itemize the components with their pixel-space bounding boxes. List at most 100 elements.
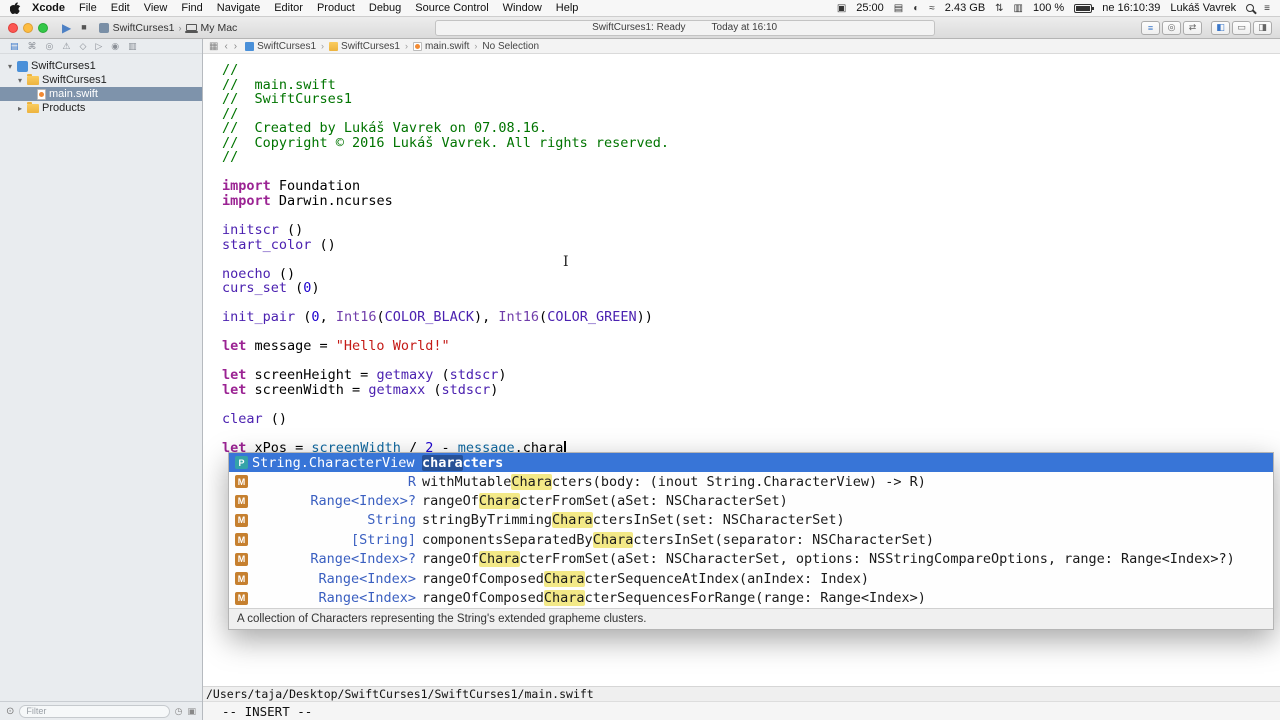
completion-row-4[interactable]: M Range<Index>? rangeOfCharacterFromSet(aS… — [229, 550, 1273, 569]
menu-item-source-control[interactable]: Source Control — [408, 2, 495, 14]
method-icon: M — [235, 572, 248, 586]
breakpoint-navigator-icon[interactable]: ◉ — [111, 41, 119, 52]
sidebar-item-main-swift[interactable]: main.swift — [0, 87, 202, 101]
filter-input[interactable] — [19, 704, 170, 718]
report-navigator-icon[interactable]: ▥ — [128, 41, 137, 52]
code-line: let screenHeight = getmaxy (stdscr) — [222, 368, 1280, 383]
apple-menu[interactable] — [10, 1, 21, 15]
battery-icon[interactable] — [1074, 3, 1095, 13]
completion-row-0[interactable]: M RwithMutableCharacters(body: (inout Str… — [229, 472, 1273, 491]
debug-area-toggle-button[interactable]: ▭ — [1232, 20, 1251, 35]
assistant-editor-button[interactable]: ◎ — [1162, 20, 1181, 35]
back-button[interactable]: ‹ — [224, 41, 227, 52]
breadcrumb-swiftcurses1[interactable]: SwiftCurses1 — [245, 41, 316, 52]
standard-editor-button[interactable]: ≡ — [1141, 20, 1160, 35]
status-timer[interactable]: 25:00 — [856, 2, 884, 14]
forward-button[interactable]: › — [234, 41, 237, 52]
completion-return-type: [String] — [350, 531, 416, 548]
display-icon[interactable]: ▤ — [894, 3, 903, 14]
airplay-icon[interactable]: ≈ — [929, 3, 935, 14]
breadcrumb-swiftcurses1[interactable]: SwiftCurses1 — [329, 41, 400, 52]
menu-item-view[interactable]: View — [137, 2, 175, 14]
keyboard-icon[interactable]: ▥ — [1014, 3, 1023, 14]
project-navigator-icon[interactable]: ▤ — [10, 41, 19, 52]
menu-item-help[interactable]: Help — [549, 2, 586, 14]
minimize-window-button[interactable] — [23, 22, 33, 33]
menu-item-debug[interactable]: Debug — [362, 2, 408, 14]
editor-buttons-group: ≡ ◎ ⇄ — [1141, 20, 1202, 35]
completion-name: stringByTrimmingCharactersInSet(set: NSC… — [422, 512, 845, 529]
autocomplete-description: A collection of Characters representing … — [229, 607, 1273, 629]
code-line: let message = "Hello World!" — [222, 339, 1280, 354]
search-navigator-icon[interactable]: ◎ — [46, 41, 54, 52]
recent-files-icon[interactable]: ◷ — [175, 706, 183, 717]
debug-navigator-icon[interactable]: ▷ — [95, 41, 102, 52]
menu-item-editor[interactable]: Editor — [267, 2, 310, 14]
name-suffix: cterFromSet(aSet: NSCharacterSet, option… — [519, 551, 1235, 568]
code-token: stdscr — [441, 382, 491, 399]
filter-bar: ⊙ ◷ ▣ — [0, 701, 202, 720]
scheme-selector[interactable]: SwiftCurses1 › My Mac — [98, 22, 237, 34]
filter-scope-icon[interactable]: ⊙ — [6, 706, 14, 717]
menu-item-edit[interactable]: Edit — [104, 2, 137, 14]
breadcrumb-main-swift[interactable]: main.swift — [412, 41, 469, 52]
navigator-bar: ▤ ⌘ ◎ ⚠ ◇ ▷ ◉ ▥ — [0, 39, 202, 54]
completion-return-type: Range<Index>? — [310, 493, 416, 510]
folder-icon — [329, 41, 339, 51]
toolbar-right: ≡ ◎ ⇄ ◧ ▭ ◨ — [1132, 20, 1272, 35]
symbol-navigator-icon[interactable]: ⌘ — [28, 41, 37, 52]
issue-navigator-icon[interactable]: ⚠ — [62, 41, 70, 52]
run-button[interactable]: ▶ — [60, 22, 73, 34]
stop-button[interactable]: ■ — [79, 23, 88, 32]
code-line: // — [222, 106, 1280, 122]
status-memory[interactable]: 2.43 GB — [945, 2, 985, 14]
code-editor[interactable]: //// main.swift// SwiftCurses1//// Creat… — [203, 54, 1280, 686]
updown-icon[interactable]: ⇅ — [995, 3, 1003, 14]
breadcrumb-no-selection[interactable]: No Selection — [482, 41, 539, 52]
method-icon: M — [235, 533, 248, 547]
volume-icon[interactable]: ◐ — [913, 3, 919, 14]
disclosure-icon[interactable]: ▸ — [16, 104, 24, 113]
status-clock[interactable]: ne 16:10:39 — [1102, 2, 1160, 14]
scm-status-icon[interactable]: ▣ — [187, 706, 196, 717]
spotlight-icon[interactable] — [1246, 4, 1255, 12]
code-line: import Darwin.ncurses — [222, 194, 1280, 209]
menu-item-file[interactable]: File — [72, 2, 104, 14]
sidebar-item-swiftcurses1[interactable]: ▾ SwiftCurses1 — [0, 59, 202, 73]
menu-item-xcode[interactable]: Xcode — [25, 2, 72, 14]
completion-row-2[interactable]: M String stringByTrimmingCharactersInSet(s… — [229, 511, 1273, 530]
version-editor-button[interactable]: ⇄ — [1183, 20, 1202, 35]
name-suffix: cterSequencesForRange(range: Range<Index… — [584, 590, 926, 607]
sidebar-item-swiftcurses1[interactable]: ▾ SwiftCurses1 — [0, 73, 202, 87]
notification-center-icon[interactable]: ≡ — [1264, 3, 1270, 14]
completion-row-6[interactable]: M Range<Index> rangeOfComposedCharacterSeq… — [229, 588, 1273, 607]
close-window-button[interactable] — [8, 22, 18, 33]
disclosure-icon[interactable]: ▾ — [6, 62, 14, 71]
match-text: Chara — [511, 473, 553, 490]
status-user-name[interactable]: Lukáš Vavrek — [1170, 2, 1236, 14]
jump-bar: ▦ ‹ › SwiftCurses1 › SwiftCurses1 › main.swi… — [203, 39, 1280, 54]
test-navigator-icon[interactable]: ◇ — [79, 41, 86, 52]
menu-item-find[interactable]: Find — [174, 2, 209, 14]
utilities-toggle-button[interactable]: ◨ — [1253, 20, 1272, 35]
completion-row-5[interactable]: M Range<Index> rangeOfComposedCharacterSeq… — [229, 569, 1273, 588]
code-token: , — [319, 309, 336, 326]
code-line: // SwiftCurses1 — [222, 92, 1280, 107]
menubar-extra-icon[interactable]: ▣ — [837, 3, 846, 14]
disclosure-icon[interactable]: ▾ — [16, 76, 24, 85]
menu-item-navigate[interactable]: Navigate — [210, 2, 267, 14]
status-battery-percent[interactable]: 100 % — [1033, 2, 1064, 14]
zoom-window-button[interactable] — [38, 22, 48, 33]
menu-item-window[interactable]: Window — [496, 2, 549, 14]
view-buttons-group: ◧ ▭ ◨ — [1211, 20, 1272, 35]
completion-row-1[interactable]: M Range<Index>? rangeOfCharacterFromSet(aS… — [229, 491, 1273, 510]
sidebar-item-products[interactable]: ▸ Products — [0, 101, 202, 115]
related-items-icon[interactable]: ▦ — [209, 41, 218, 52]
completion-row-3[interactable]: M [String] componentsSeparatedByCharacters… — [229, 530, 1273, 549]
code-line: let screenWidth = getmaxx (stdscr) — [222, 383, 1280, 398]
navigator-toggle-button[interactable]: ◧ — [1211, 20, 1230, 35]
autocomplete-selected-row[interactable]: P String.CharacterView characters — [229, 453, 1273, 472]
menu-item-product[interactable]: Product — [310, 2, 362, 14]
